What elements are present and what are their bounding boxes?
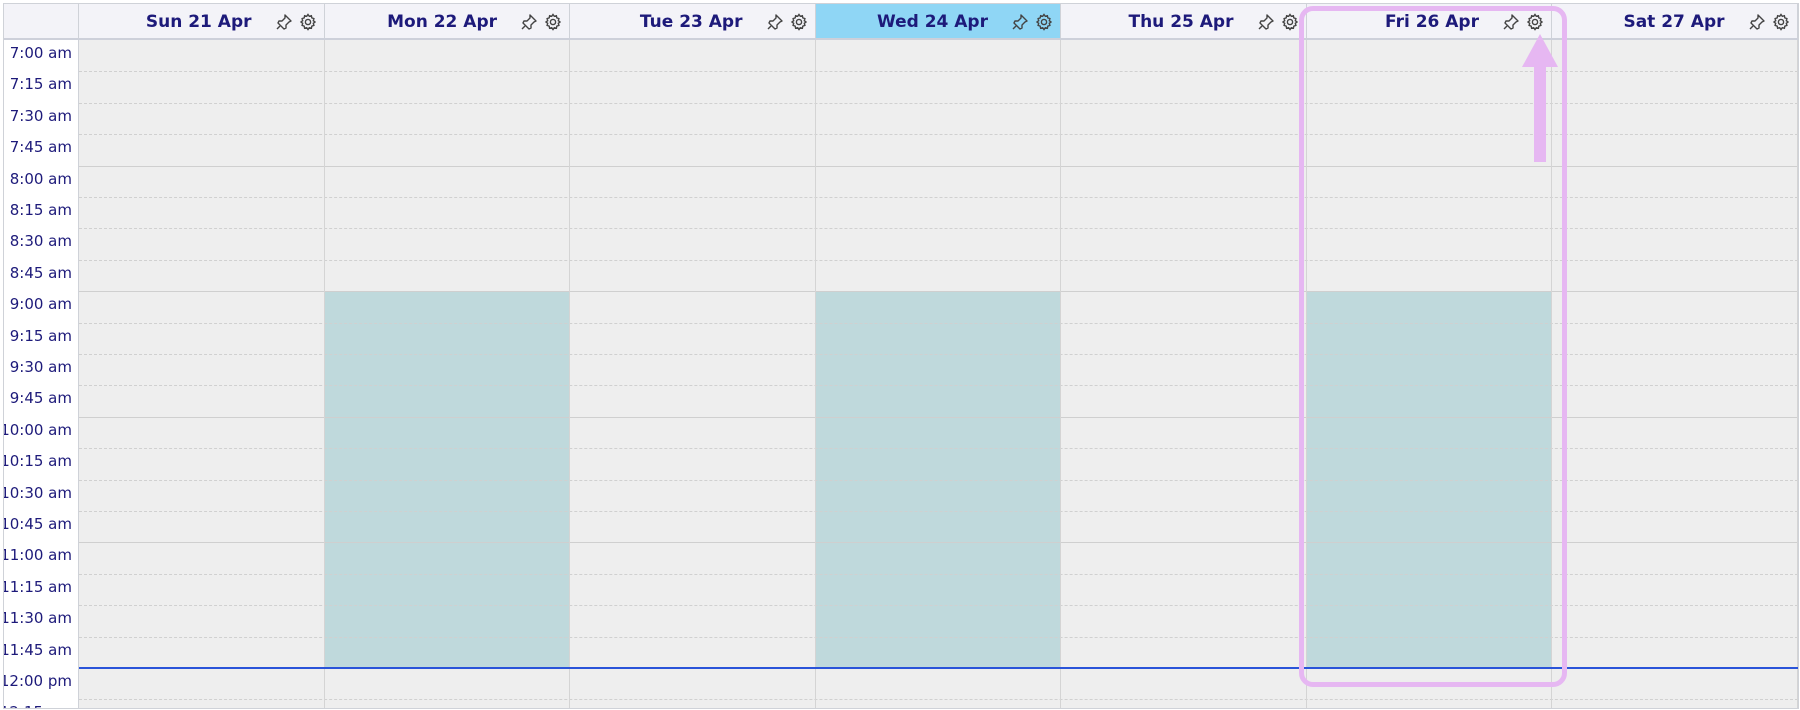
time-label: 10:00 am (3, 420, 72, 439)
time-label: 9:45 am (9, 389, 72, 408)
time-label: 7:45 am (9, 138, 72, 157)
time-label: 8:15 am (9, 201, 72, 219)
gear-icon[interactable] (543, 12, 563, 32)
time-label: 9:30 am (9, 358, 72, 376)
pin-icon[interactable] (1256, 12, 1276, 32)
day-header-label: Tue 23 Apr (639, 12, 743, 32)
time-label: 7:30 am (9, 106, 72, 125)
gear-icon[interactable] (1771, 12, 1791, 32)
day-column-sat-27-apr[interactable] (1552, 40, 1798, 708)
gear-icon[interactable] (789, 12, 809, 32)
day-header-wed-24-apr[interactable]: Wed 24 Apr (815, 4, 1061, 38)
header-corner (4, 4, 79, 38)
gear-icon[interactable] (298, 12, 318, 32)
time-column: 7:00 am 7:15 am 7:30 am 7:45 am 8:00 am 8:15 … (4, 40, 79, 708)
time-label: 7:00 am (9, 44, 72, 62)
time-label: 10:45 am (3, 515, 72, 533)
time-label: 9:00 am (9, 295, 72, 314)
day-header-label: Mon 22 Apr (387, 12, 497, 32)
day-header-tue-23-apr[interactable]: Tue 23 Apr (570, 4, 816, 38)
arrow-up-icon (1522, 34, 1558, 67)
day-header-label: Sun 21 Apr (145, 12, 252, 32)
day-header-label: Wed 24 Apr (876, 12, 988, 32)
day-header-thu-25-apr[interactable]: Thu 25 Apr (1061, 4, 1307, 38)
pin-icon[interactable] (1010, 12, 1030, 32)
day-column-wed-24-apr[interactable] (816, 40, 1061, 708)
day-column-mon-22-apr[interactable] (325, 40, 570, 708)
time-label: 7:15 am (9, 75, 72, 94)
day-column-sun-21-apr[interactable] (79, 40, 325, 708)
pin-icon[interactable] (274, 12, 294, 32)
day-header-sun-21-apr[interactable]: Sun 21 Apr (79, 4, 325, 38)
callout-highlight-box (1299, 6, 1567, 687)
day-header-sat-27-apr[interactable]: Sat 27 Apr (1552, 4, 1798, 38)
time-label: 11:30 am (3, 609, 72, 628)
time-label: 9:15 am (9, 326, 72, 345)
pin-icon[interactable] (765, 12, 785, 32)
day-header-label: Sat 27 Apr (1623, 12, 1725, 32)
gear-icon[interactable] (1280, 12, 1300, 32)
day-header-label: Thu 25 Apr (1128, 12, 1234, 32)
time-label: 11:00 am (3, 546, 72, 565)
day-header-mon-22-apr[interactable]: Mon 22 Apr (325, 4, 570, 38)
day-column-thu-25-apr[interactable] (1061, 40, 1307, 708)
gear-icon[interactable] (1034, 12, 1054, 32)
pin-icon[interactable] (1747, 12, 1767, 32)
pin-icon[interactable] (519, 12, 539, 32)
time-label: 8:00 am (9, 169, 72, 188)
time-label: 12:15 pm (4, 703, 72, 708)
time-label: 10:15 am (3, 452, 72, 471)
time-label: 12:00 pm (3, 672, 72, 690)
day-column-tue-23-apr[interactable] (570, 40, 816, 708)
week-calendar: Sun 21 Apr Mon 22 Apr Tue 23 Apr Wed 24 Apr… (3, 3, 1799, 709)
time-label: 11:15 am (3, 577, 72, 596)
callout-arrow-shaft (1534, 66, 1546, 162)
time-label: 8:30 am (9, 232, 72, 251)
time-label: 8:45 am (9, 263, 72, 282)
time-label: 10:30 am (3, 483, 72, 502)
time-label: 11:45 am (3, 640, 72, 659)
